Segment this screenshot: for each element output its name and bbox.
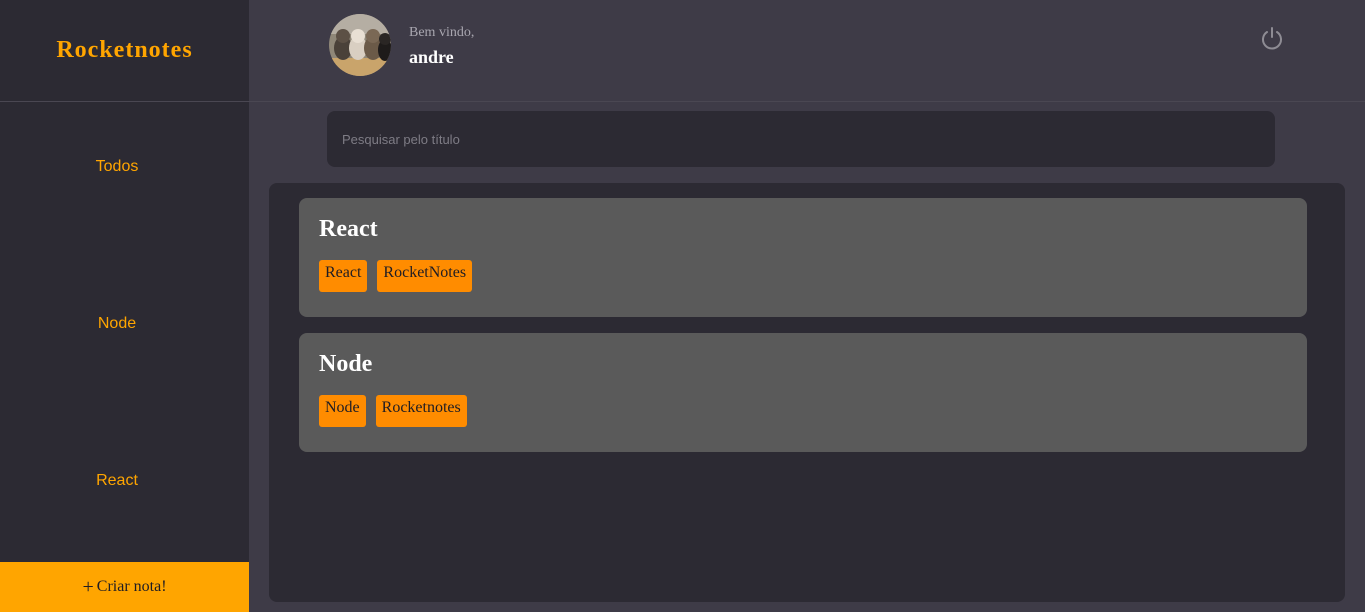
avatar[interactable] xyxy=(329,14,391,76)
note-title: Node xyxy=(319,351,373,377)
note-card-node[interactable]: Node Node Rocketnotes xyxy=(299,333,1307,452)
sidebar-item-node[interactable]: Node xyxy=(0,315,234,333)
plus-icon: + xyxy=(82,576,94,598)
tag: Rocketnotes xyxy=(375,395,467,427)
note-tags: React RocketNotes xyxy=(319,260,473,292)
sidebar-item-react[interactable]: React xyxy=(0,472,234,490)
notes-list: React React RocketNotes Node Node Rocket… xyxy=(269,183,1345,602)
tag: Node xyxy=(319,395,366,427)
create-note-label: Criar nota! xyxy=(96,578,167,595)
sidebar-item-todos[interactable]: Todos xyxy=(0,158,234,176)
create-note-button[interactable]: + Criar nota! xyxy=(0,562,249,612)
power-icon[interactable] xyxy=(1259,25,1285,51)
note-card-react[interactable]: React React RocketNotes xyxy=(299,198,1307,317)
note-title: React xyxy=(319,216,378,242)
username: andre xyxy=(409,47,454,67)
sidebar: Todos Node React xyxy=(0,102,249,562)
welcome-text: Bem vindo, xyxy=(409,25,475,40)
tag: React xyxy=(319,260,368,292)
note-tags: Node Rocketnotes xyxy=(319,395,467,427)
brand-area: Rocketnotes xyxy=(0,0,249,102)
avatar-image xyxy=(329,14,391,76)
tag: RocketNotes xyxy=(377,260,473,292)
header: Bem vindo, andre xyxy=(249,0,1365,102)
app-logo: Rocketnotes xyxy=(56,37,193,63)
search-input[interactable] xyxy=(327,111,1275,167)
